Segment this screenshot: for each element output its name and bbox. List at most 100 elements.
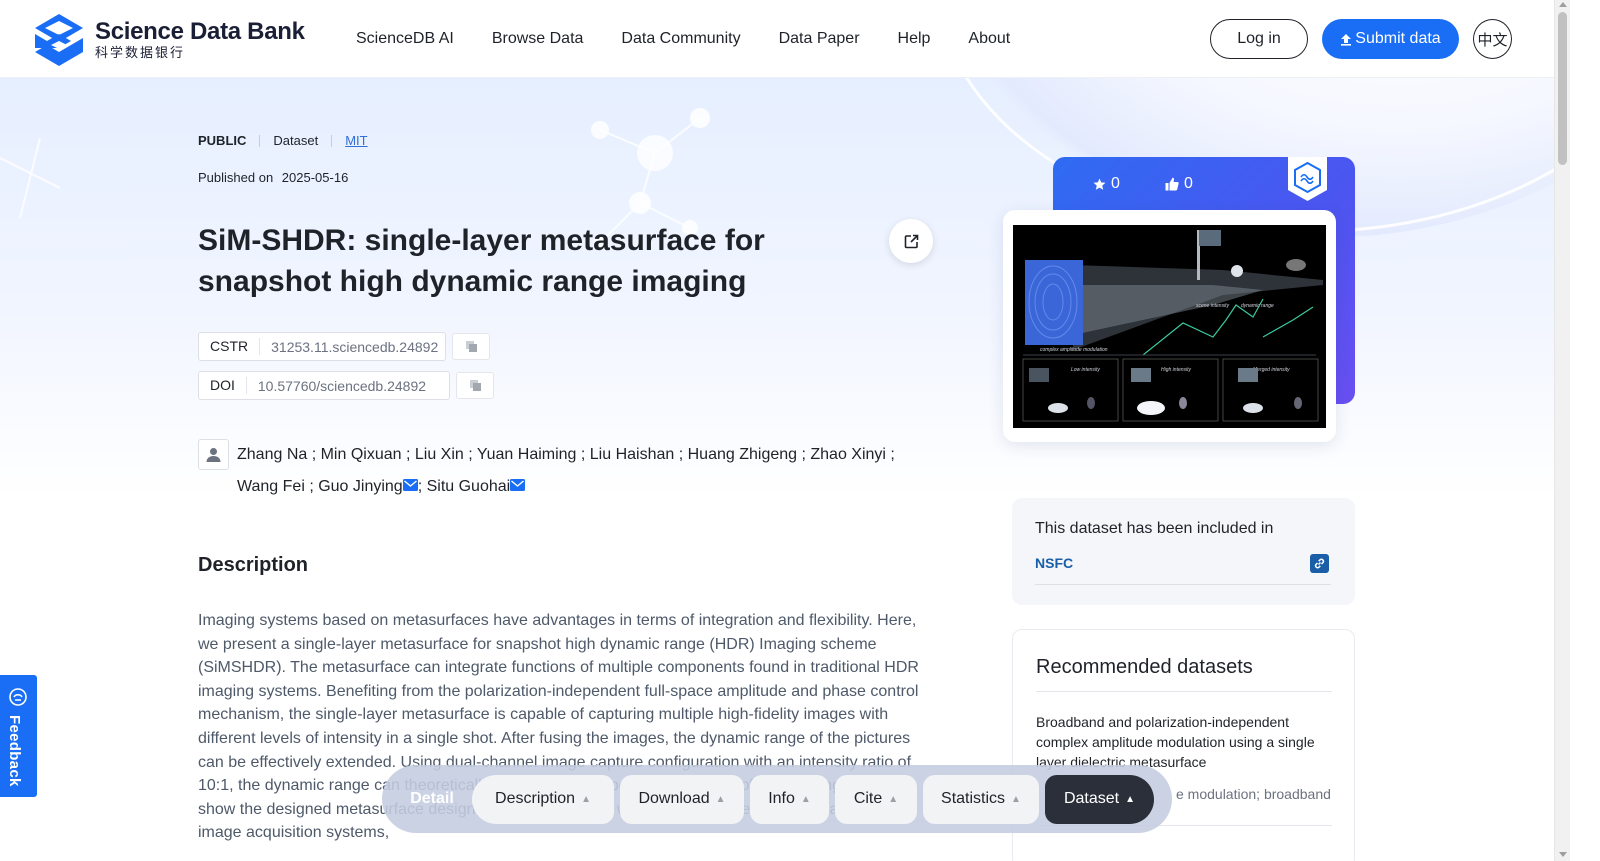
dataset-meta-row: PUBLIC Dataset MIT — [198, 133, 368, 148]
figure-label-low: Low intensity — [1071, 367, 1100, 373]
authors-line-2a[interactable]: Wang Fei ; Guo Jinying — [237, 478, 403, 495]
tab-statistics[interactable]: Statistics ▲ — [923, 774, 1039, 824]
published-date: Published on 2025-05-16 — [198, 170, 348, 185]
chevron-up-icon: ▲ — [581, 793, 591, 805]
figure-label-merged: Merged intensity — [1253, 367, 1290, 373]
divider — [1035, 584, 1331, 585]
chain-link-icon — [1314, 558, 1325, 569]
tab-dataset[interactable]: Dataset ▲ — [1045, 774, 1154, 824]
divider — [259, 134, 261, 147]
type-tag: Dataset — [273, 133, 319, 148]
included-in-card: This dataset has been included in NSFC — [1012, 498, 1355, 605]
section-tab-bar: Detail Description ▲ Download ▲ Info ▲ Cite… — [382, 765, 1172, 833]
top-header: Science Data Bank 科学数据银行 ScienceDB AI Br… — [0, 0, 1554, 78]
feedback-button[interactable]: Feedback — [0, 675, 37, 797]
description-heading: Description — [198, 554, 309, 576]
submit-data-button[interactable]: Submit data — [1322, 19, 1459, 59]
certified-badge-icon — [1288, 157, 1327, 201]
copy-icon — [469, 380, 481, 391]
visibility-tag: PUBLIC — [198, 133, 247, 148]
nav-about[interactable]: About — [968, 30, 1010, 48]
tab-cite-label: Cite — [853, 790, 883, 807]
tab-description-label: Description — [495, 790, 576, 807]
tab-description[interactable]: Description ▲ — [472, 774, 614, 824]
share-button[interactable] — [889, 219, 933, 263]
site-logo[interactable]: Science Data Bank 科学数据银行 — [31, 12, 305, 68]
tab-cite[interactable]: Cite ▲ — [835, 774, 917, 824]
scroll-thumb[interactable] — [1558, 12, 1567, 165]
tab-download-label: Download — [638, 790, 710, 807]
dataset-title: SiM-SHDR: single-layer metasurface for s… — [198, 224, 765, 298]
language-toggle[interactable]: 中文 — [1473, 19, 1512, 59]
login-button[interactable]: Log in — [1210, 19, 1308, 59]
cstr-box: CSTR 31253.11.sciencedb.24892 — [198, 332, 446, 361]
doi-value[interactable]: 10.57760/sciencedb.24892 — [247, 378, 437, 394]
recommended-item-title[interactable]: Broadband and polarization-independent c… — [1036, 712, 1332, 772]
license-link[interactable]: MIT — [345, 133, 367, 148]
published-value: 2025-05-16 — [281, 170, 349, 185]
user-icon — [206, 448, 221, 462]
tab-info[interactable]: Info ▲ — [750, 774, 829, 824]
tab-statistics-label: Statistics — [941, 790, 1006, 807]
recommended-title: Recommended datasets — [1036, 656, 1253, 678]
doi-label: DOI — [199, 377, 247, 394]
main-nav: ScienceDB AI Browse Data Data Community … — [356, 0, 1048, 78]
included-title: This dataset has been included in — [1035, 520, 1274, 537]
like-count-value: 0 — [1184, 175, 1193, 192]
dataset-cover-image[interactable]: scene intensity dynamic range complex am… — [1013, 225, 1326, 428]
nav-data-paper[interactable]: Data Paper — [779, 30, 860, 48]
feedback-icon — [9, 688, 27, 706]
page-scrollbar[interactable] — [1554, 0, 1570, 861]
logo-title: Science Data Bank — [95, 18, 305, 45]
star-icon — [1093, 178, 1106, 190]
doi-box: DOI 10.57760/sciencedb.24892 — [198, 371, 450, 400]
nav-data-community[interactable]: Data Community — [621, 30, 740, 48]
tab-info-label: Info — [768, 790, 795, 807]
link-icon[interactable] — [1310, 554, 1329, 573]
recommended-keywords-text: e modulation; broadband — [1176, 786, 1331, 802]
upload-icon — [1341, 33, 1352, 46]
figure-label-scene: scene intensity — [1196, 303, 1230, 309]
authors-line-2: Wang Fei ; Guo Jinying ; Situ Guohai — [237, 471, 897, 503]
chevron-up-icon: ▲ — [1125, 793, 1136, 805]
external-link-icon — [904, 234, 918, 248]
thumbs-up-icon — [1165, 177, 1179, 191]
figure-label-high: High intensity — [1161, 367, 1192, 373]
authors-list: Zhang Na ; Min Qixuan ; Liu Xin ; Yuan H… — [237, 439, 897, 503]
divider — [1036, 691, 1332, 692]
chevron-up-icon: ▲ — [715, 793, 726, 805]
chevron-up-icon: ▲ — [888, 793, 899, 805]
cstr-value[interactable]: 31253.11.sciencedb.24892 — [260, 339, 449, 355]
nav-sciencedb-ai[interactable]: ScienceDB AI — [356, 30, 454, 48]
email-icon[interactable] — [402, 479, 418, 492]
star-count[interactable]: 0 — [1093, 175, 1120, 193]
feedback-label: Feedback — [6, 715, 23, 787]
published-label: Published on — [198, 170, 274, 185]
chevron-up-icon: ▲ — [800, 793, 811, 805]
tab-download[interactable]: Download ▲ — [620, 774, 744, 824]
included-nsfc-link[interactable]: NSFC — [1035, 555, 1073, 571]
scroll-up-arrow-icon[interactable] — [1559, 2, 1567, 7]
authors-line-1[interactable]: Zhang Na ; Min Qixuan ; Liu Xin ; Yuan H… — [237, 439, 897, 471]
figure-label-dynamic: dynamic range — [1241, 303, 1274, 309]
email-icon[interactable] — [510, 479, 526, 492]
copy-doi-button[interactable] — [456, 372, 494, 399]
tab-detail[interactable]: Detail — [392, 790, 472, 808]
science-data-bank-logo-icon — [35, 14, 83, 66]
chevron-up-icon: ▲ — [1011, 793, 1021, 805]
copy-cstr-button[interactable] — [452, 333, 490, 360]
copy-icon — [465, 341, 477, 352]
nav-help[interactable]: Help — [898, 30, 931, 48]
dataset-cover-card[interactable]: scene intensity dynamic range complex am… — [1003, 210, 1336, 442]
scroll-down-arrow-icon[interactable] — [1559, 852, 1567, 857]
authors-icon — [198, 439, 229, 470]
like-count[interactable]: 0 — [1165, 175, 1193, 193]
authors-line-2b[interactable]: ; Situ Guohai — [418, 478, 511, 495]
star-count-value: 0 — [1111, 175, 1120, 192]
cstr-label: CSTR — [199, 338, 261, 355]
submit-data-label: Submit data — [1355, 30, 1441, 47]
nav-browse-data[interactable]: Browse Data — [492, 30, 584, 48]
logo-subtitle: 科学数据银行 — [95, 45, 186, 60]
cover-illustration: scene intensity dynamic range complex am… — [1013, 225, 1326, 428]
tab-dataset-label: Dataset — [1063, 790, 1120, 807]
